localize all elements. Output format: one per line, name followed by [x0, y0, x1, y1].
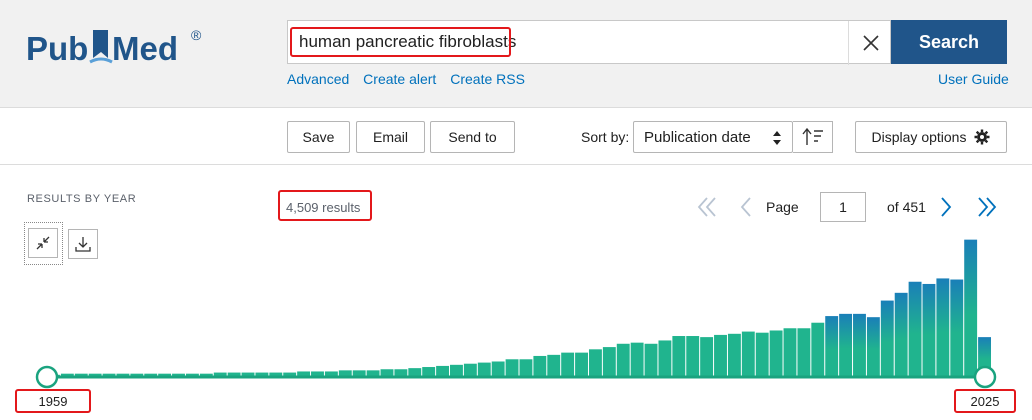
results-toolbar: Save Email Send to Sort by: Publication … — [0, 109, 1032, 165]
year-bar[interactable] — [797, 328, 811, 377]
create-alert-link[interactable]: Create alert — [363, 71, 436, 87]
save-button[interactable]: Save — [287, 121, 350, 153]
year-bar[interactable] — [936, 278, 950, 377]
year-bar[interactable] — [853, 313, 866, 377]
results-by-year-chart — [35, 239, 997, 389]
svg-text:Pub: Pub — [26, 30, 88, 67]
year-bar[interactable] — [602, 347, 616, 377]
double-chevron-right-icon — [978, 197, 997, 217]
year-bar[interactable] — [811, 322, 825, 377]
next-page-button[interactable] — [938, 192, 954, 222]
year-bar[interactable] — [769, 330, 783, 377]
sort-direction-button[interactable] — [793, 121, 833, 153]
year-bar[interactable] — [700, 337, 714, 377]
sort-select-value: Publication date — [644, 128, 751, 146]
year-bar[interactable] — [477, 362, 491, 377]
year-bar[interactable] — [561, 352, 575, 377]
search-links: Advanced Create alert Create RSS — [287, 71, 535, 87]
year-bar[interactable] — [755, 332, 769, 377]
year-bar[interactable] — [575, 352, 588, 377]
year-bar[interactable] — [908, 281, 922, 377]
chart-bars — [47, 239, 991, 377]
year-bar[interactable] — [630, 342, 644, 377]
year-bar[interactable] — [714, 334, 727, 377]
sort-descending-icon — [801, 128, 823, 145]
year-bar[interactable] — [588, 349, 602, 377]
year-bar[interactable] — [950, 279, 964, 377]
sort-select[interactable]: Publication date — [633, 121, 793, 153]
svg-text:Med: Med — [112, 30, 178, 67]
chevron-left-icon — [740, 197, 751, 217]
clear-search-button[interactable] — [848, 21, 892, 65]
year-bar[interactable] — [839, 313, 853, 377]
page-number-input[interactable]: 1 — [820, 192, 866, 222]
email-button[interactable]: Email — [356, 121, 425, 153]
year-bar[interactable] — [894, 292, 908, 377]
year-bar[interactable] — [964, 239, 978, 377]
gear-icon — [974, 129, 990, 145]
create-rss-link[interactable]: Create RSS — [450, 71, 525, 87]
year-bar[interactable] — [922, 283, 936, 377]
year-bar[interactable] — [727, 333, 741, 377]
display-options-button[interactable]: Display options — [855, 121, 1007, 153]
pubmed-logo[interactable]: Pub Med ® — [26, 22, 216, 74]
advanced-link[interactable]: Advanced — [287, 71, 349, 87]
year-bar[interactable] — [866, 317, 880, 377]
year-bar[interactable] — [825, 316, 839, 377]
year-bar[interactable] — [880, 300, 894, 377]
year-bar[interactable] — [686, 336, 700, 377]
year-bar[interactable] — [783, 328, 797, 377]
year-bar[interactable] — [644, 343, 658, 377]
svg-text:®: ® — [191, 27, 202, 43]
double-chevron-left-icon — [697, 197, 716, 217]
search-bar: human pancreatic fibroblasts Search — [287, 20, 1007, 65]
year-bar[interactable] — [616, 343, 630, 377]
year-bar[interactable] — [672, 336, 686, 377]
year-bar[interactable] — [491, 361, 505, 377]
year-bar[interactable] — [741, 331, 755, 377]
sort-by-label: Sort by: — [581, 129, 630, 145]
year-bar[interactable] — [658, 340, 672, 377]
select-arrows-icon — [773, 131, 781, 145]
header-bar: Pub Med ® human pancreatic fibroblasts S… — [0, 0, 1032, 108]
range-handle-end[interactable] — [973, 365, 997, 389]
end-year-box[interactable]: 2025 — [954, 389, 1016, 413]
results-by-year-label: RESULTS BY YEAR — [27, 193, 137, 205]
chevron-right-icon — [941, 197, 952, 217]
send-to-button[interactable]: Send to — [430, 121, 515, 153]
range-handle-start[interactable] — [35, 365, 59, 389]
start-year-box[interactable]: 1959 — [15, 389, 91, 413]
close-icon — [862, 35, 879, 51]
results-count-highlight-box — [278, 190, 372, 221]
year-bar[interactable] — [463, 363, 477, 377]
year-bar[interactable] — [436, 365, 450, 377]
start-year-label: 1959 — [38, 393, 68, 409]
end-year-label: 2025 — [970, 393, 1000, 409]
search-input[interactable]: human pancreatic fibroblasts — [287, 20, 892, 65]
year-bar[interactable] — [533, 355, 547, 377]
year-bar[interactable] — [505, 359, 519, 377]
year-bar[interactable] — [547, 354, 561, 377]
last-page-button[interactable] — [976, 192, 998, 222]
previous-page-button[interactable] — [738, 192, 754, 222]
year-bar[interactable] — [450, 364, 463, 377]
first-page-button[interactable] — [696, 192, 718, 222]
search-query-text: human pancreatic fibroblasts — [299, 32, 517, 51]
user-guide-link[interactable]: User Guide — [938, 71, 1009, 87]
search-button[interactable]: Search — [891, 20, 1007, 64]
year-bar[interactable] — [519, 359, 533, 377]
display-options-label: Display options — [871, 129, 967, 145]
